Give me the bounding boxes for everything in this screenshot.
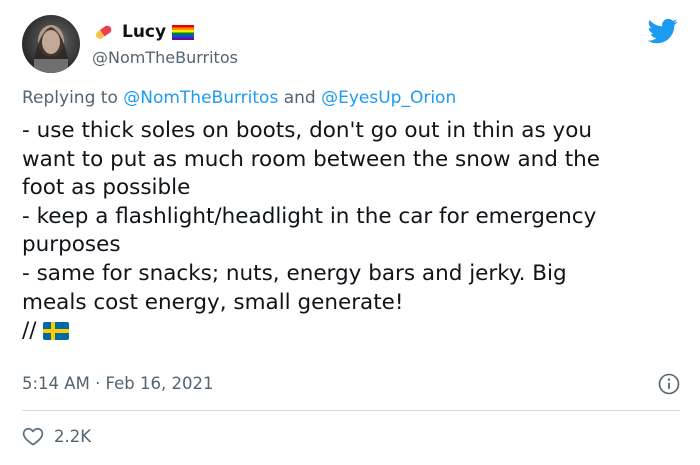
avatar[interactable] [22, 15, 80, 73]
tweet-text-line: - same for snacks; nuts, energy bars and… [22, 260, 567, 286]
twitter-bird-icon[interactable] [646, 16, 680, 46]
tweet-text-line: // [22, 318, 37, 344]
tweet-text-line: foot as possible [22, 175, 191, 201]
info-icon[interactable] [658, 373, 680, 395]
author-name[interactable]: Lucy [122, 22, 166, 42]
reply-prefix: Replying to [22, 88, 124, 108]
tweet-timestamp[interactable]: 5:14 AM · Feb 16, 2021 [22, 374, 214, 393]
replying-to: Replying to @NomTheBurritos and @EyesUp_… [22, 88, 456, 108]
reply-mention-1[interactable]: @NomTheBurritos [123, 88, 278, 108]
author-handle[interactable]: @NomTheBurritos [92, 48, 238, 67]
like-count: 2.2K [54, 426, 92, 446]
tweet-text: - use thick soles on boots, don't go out… [22, 117, 682, 346]
pill-icon [95, 25, 112, 39]
tweet-text-line: meals cost energy, small generate! [22, 289, 404, 315]
heart-icon [22, 427, 44, 446]
tweet-text-line: purposes [22, 232, 121, 258]
reply-joiner: and [278, 88, 322, 108]
divider [22, 410, 680, 411]
tweet-text-line: - keep a flashlight/headlight in the car… [22, 203, 597, 229]
tweet-text-last-line: // [22, 317, 682, 346]
tweet-text-line: want to put as much room between the sno… [22, 146, 601, 172]
sweden-flag-icon [42, 322, 69, 341]
rainbow-flag-icon [172, 24, 195, 40]
reply-mention-2[interactable]: @EyesUp_Orion [321, 88, 456, 108]
author-name-row: Lucy [92, 20, 195, 44]
tweet-text-line: - use thick soles on boots, don't go out… [22, 118, 593, 143]
like-button[interactable]: 2.2K [22, 426, 91, 446]
